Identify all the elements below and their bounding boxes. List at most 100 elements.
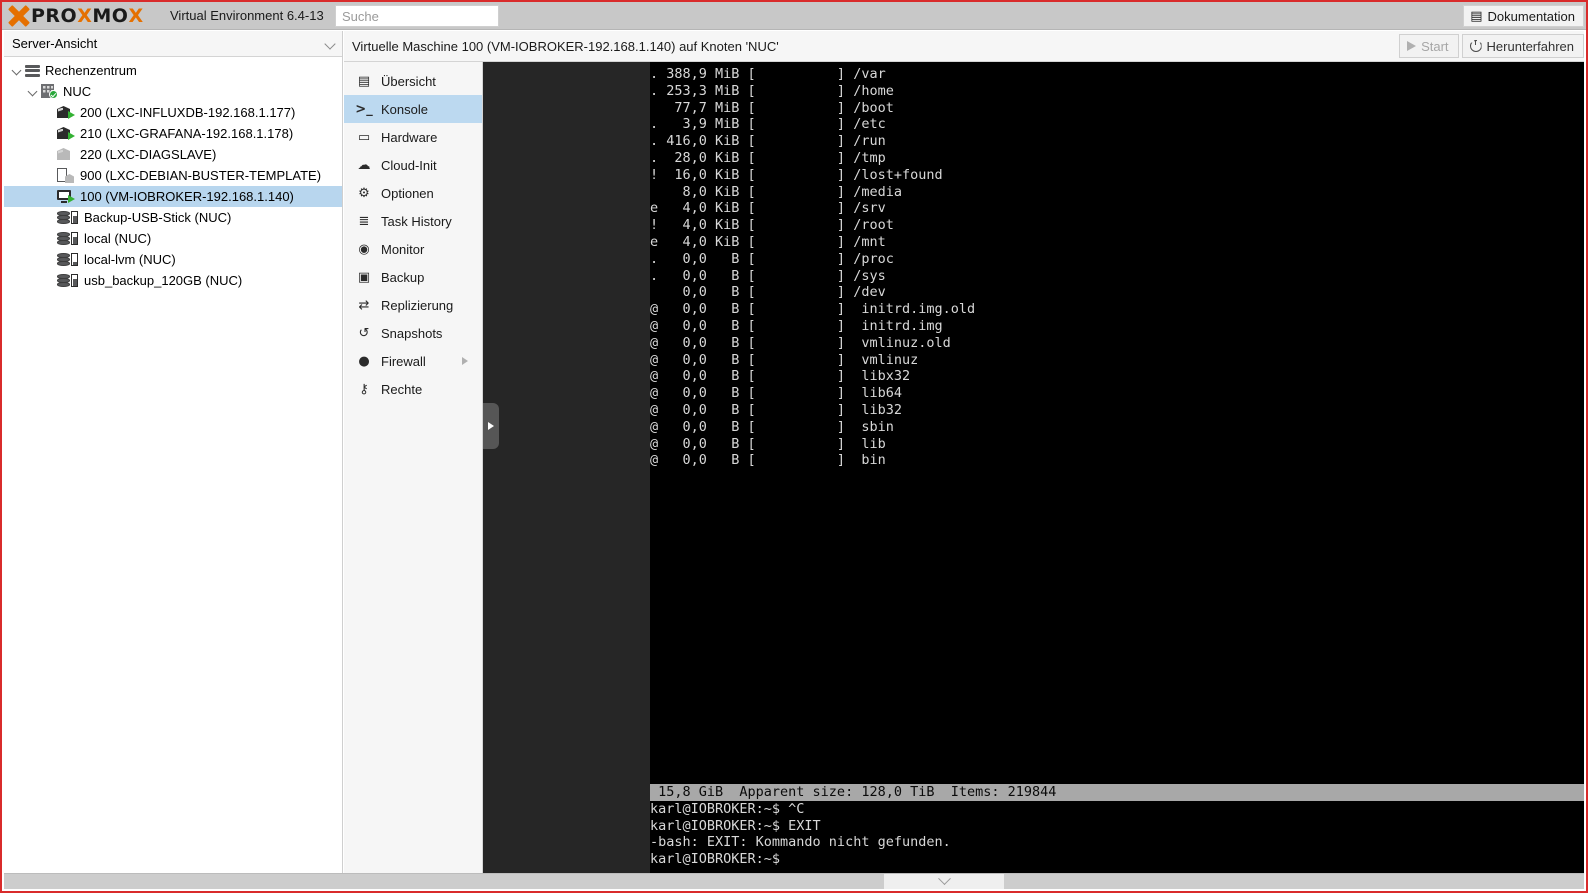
menu-item-rechte[interactable]: ⚷ Rechte [344,375,482,403]
menu-item-label: Optionen [381,185,434,201]
storage-icon [57,273,79,288]
ncdu-entry: @ 0,0 B [ ] vmlinuz [650,351,919,368]
menu-item--bersicht[interactable]: ▤ Übersicht [344,67,482,95]
ncdu-entry: @ 0,0 B [ ] initrd.img.old [650,301,976,318]
tree-expander[interactable] [12,65,23,76]
tree-item-label: 100 (VM-IOBROKER-192.168.1.140) [80,189,294,204]
proxmox-logo[interactable]: PRO X MO X [8,5,144,27]
menu-item-label: Hardware [381,129,438,145]
terminal-line: karl@IOBROKER:~$ ^C [650,800,805,817]
search-input[interactable] [335,5,499,27]
ncdu-entry: . 3,9 MiB [ ] /etc [650,116,886,133]
shield-icon: ● [358,353,370,369]
chevron-down-icon [937,872,951,886]
tree-item-rechenzentrum[interactable]: Rechenzentrum [4,60,342,81]
menu-item-label: Replizierung [381,297,454,313]
ncdu-entry: @ 0,0 B [ ] lib32 [650,401,902,418]
tree-item-210[interactable]: 210 (LXC-GRAFANA-192.168.1.178) [4,123,342,144]
template-icon [57,168,75,183]
logo-part-x1: X [77,4,93,27]
tree-item-220[interactable]: 220 (LXC-DIAGSLAVE) [4,144,342,165]
tree-item-nuc[interactable]: NUC [4,81,342,102]
terminal-ncdu-output: . 388,9 MiB [ ] /var. 253,3 MiB [ ] /hom… [650,62,1584,873]
ncdu-entry: @ 0,0 B [ ] bin [650,452,886,469]
vm-action-buttons: Start Herunterfahren [1399,34,1584,58]
tree-item-backup-usb-stick[interactable]: Backup-USB-Stick (NUC) [4,207,342,228]
bottom-status-bar [4,872,1584,889]
book-icon: ▤ [1470,8,1483,24]
menu-item-task-history[interactable]: ≣ Task History [344,207,482,235]
console-terminal[interactable]: . 388,9 MiB [ ] /var. 253,3 MiB [ ] /hom… [483,62,1584,873]
ncdu-entry: . 253,3 MiB [ ] /home [650,82,894,99]
ncdu-entry: . 388,9 MiB [ ] /var [650,66,886,82]
tree-item-label: Backup-USB-Stick (NUC) [84,210,232,225]
chevron-right-icon [488,422,494,430]
storage-icon [57,252,79,267]
menu-item-label: Firewall [381,353,426,369]
storage-icon [57,231,79,246]
logo-part-x2: X [128,4,144,27]
button-label: Herunterfahren [1486,38,1574,54]
menu-item-label: Übersicht [381,73,436,89]
menu-item-snapshots[interactable]: ↺ Snapshots [344,319,482,347]
container-stopped-icon [57,147,75,162]
tree-item-label: local-lvm (NUC) [84,252,176,267]
tree-item-100[interactable]: 100 (VM-IOBROKER-192.168.1.140) [4,186,342,207]
menu-item-konsole[interactable]: >_ Konsole [344,95,482,123]
ncdu-entry: @ 0,0 B [ ] vmlinuz.old [650,334,951,351]
task-log-toggle[interactable] [884,872,1004,889]
top-header-bar: PRO X MO X Virtual Environment 6.4-13 ▤ … [2,2,1586,30]
menu-item-label: Konsole [381,101,428,117]
tree-item-local[interactable]: local (NUC) [4,228,342,249]
play-icon [1407,41,1417,51]
menu-item-firewall[interactable]: ● Firewall [344,347,482,375]
tree-item-local-lvm[interactable]: local-lvm (NUC) [4,249,342,270]
storage-icon [57,210,79,225]
tree-expander[interactable] [28,86,39,97]
terminal-left-gutter [483,62,650,873]
sidebar-collapse-handle[interactable] [483,403,499,449]
page-title: Virtuelle Maschine 100 (VM-IOBROKER-192.… [352,38,779,54]
documentation-button[interactable]: ▤ Dokumentation [1463,5,1584,27]
chevron-right-icon [462,357,468,365]
menu-item-optionen[interactable]: ⚙ Optionen [344,179,482,207]
menu-item-cloud-init[interactable]: ☁ Cloud-Init [344,151,482,179]
book-icon: ▤ [357,73,371,89]
view-selector-dropdown[interactable]: Server-Ansicht [4,31,342,57]
chevron-down-icon [324,38,336,50]
menu-item-label: Task History [381,213,452,229]
floppy-icon: ▣ [357,269,371,285]
proxmox-x-mark-icon [8,5,30,27]
ncdu-status-bar: 15,8 GiB Apparent size: 128,0 TiB Items:… [650,784,1584,801]
menu-item-label: Monitor [381,241,425,257]
documentation-button-label: Dokumentation [1487,8,1575,24]
tree-item-label: Rechenzentrum [45,63,137,78]
resource-tree: Rechenzentrum NUC 200 (LXC-INFLUXDB-192.16… [4,57,342,291]
tree-item-label: local (NUC) [84,231,152,246]
cloud-icon: ☁ [357,157,371,173]
tree-item-900[interactable]: 900 (LXC-DEBIAN-BUSTER-TEMPLATE) [4,165,342,186]
tree-item-200[interactable]: 200 (LXC-INFLUXDB-192.168.1.177) [4,102,342,123]
ncdu-entry: @ 0,0 B [ ] initrd.img [650,317,943,334]
ncdu-entry: ! 16,0 KiB [ ] /lost+found [650,166,943,183]
menu-item-backup[interactable]: ▣ Backup [344,263,482,291]
menu-item-hardware[interactable]: ▭ Hardware [344,123,482,151]
history-icon: ↺ [358,325,370,341]
application-frame: PRO X MO X Virtual Environment 6.4-13 ▤ … [0,0,1588,893]
product-version-label: Virtual Environment 6.4-13 [170,8,324,23]
ncdu-entry: 8,0 KiB [ ] /media [650,183,902,200]
list-icon: ≣ [358,213,370,229]
tree-item-usb_backup_120gb[interactable]: usb_backup_120GB (NUC) [4,270,342,291]
ncdu-entry: @ 0,0 B [ ] sbin [650,418,894,435]
ncdu-entry: @ 0,0 B [ ] lib64 [650,385,902,402]
tree-item-label: 210 (LXC-GRAFANA-192.168.1.178) [80,126,294,141]
ncdu-entry: . 0,0 B [ ] /proc [650,250,894,267]
menu-item-replizierung[interactable]: ⇄ Replizierung [344,291,482,319]
ncdu-entry: 77,7 MiB [ ] /boot [650,99,894,116]
menu-item-monitor[interactable]: ◉ Monitor [344,235,482,263]
ncdu-entry: @ 0,0 B [ ] libx32 [650,368,911,385]
tree-item-label: NUC [63,84,92,99]
herunterfahren-button[interactable]: Herunterfahren [1461,34,1584,58]
ncdu-entry: . 28,0 KiB [ ] /tmp [650,149,886,166]
datacenter-icon [25,64,40,78]
